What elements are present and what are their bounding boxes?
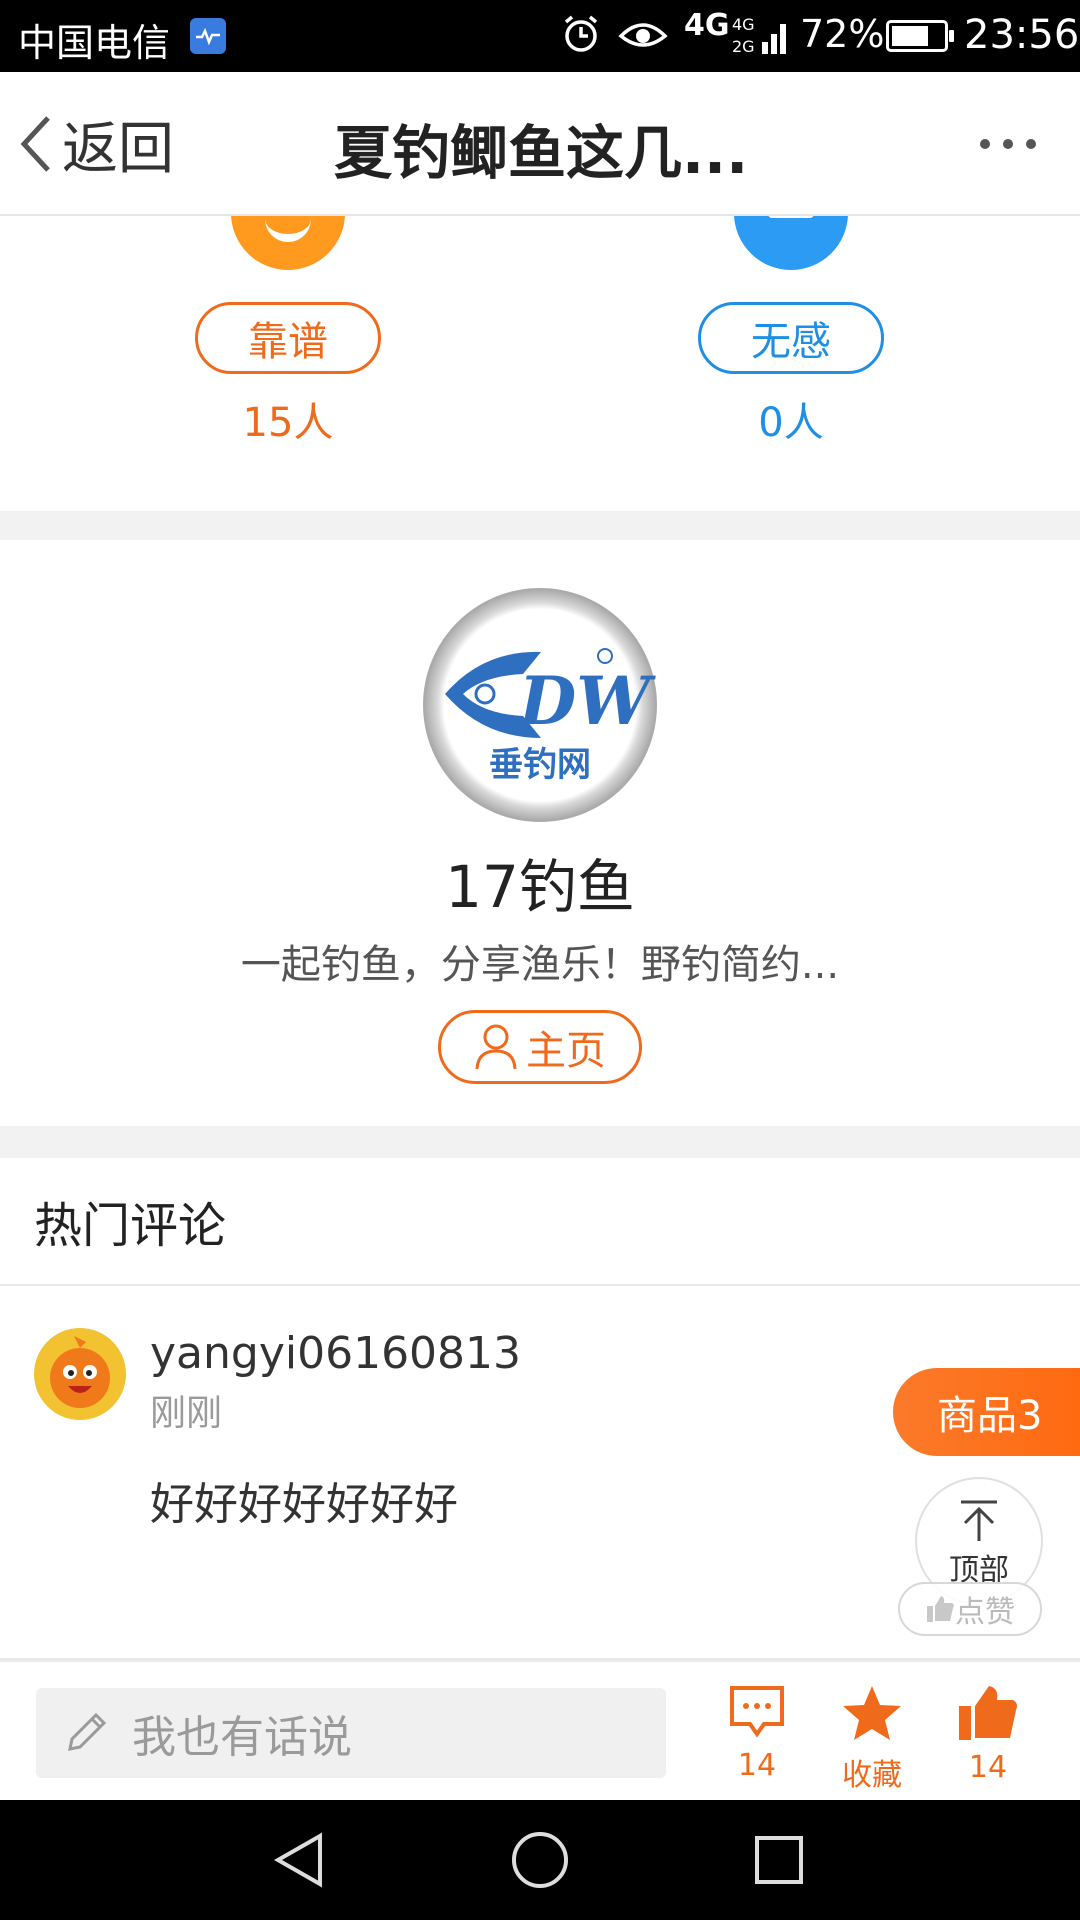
logo-text: DW [517,662,656,740]
comment-text: 好好好好好好好 [150,1479,458,1530]
home-circle-icon[interactable] [510,1830,570,1890]
user-icon [475,1024,517,1070]
goods-float-button[interactable]: 商品3 [893,1368,1080,1456]
health-app-icon [190,18,226,54]
hot-comments-header: 热门评论 [0,1158,1080,1286]
comment-bubble-icon [730,1686,784,1738]
favorite-button[interactable]: 收藏 [822,1684,922,1794]
thumb-up-icon [959,1686,1017,1740]
svg-text:4G: 4G [732,15,755,34]
input-placeholder: 我也有话说 [132,1712,352,1763]
network-type: 4G [684,8,730,43]
author-card: DW 垂钓网 17钓鱼 一起钓鱼，分享渔乐！野钓简约... 主页 [0,540,1080,1126]
status-bar: 中国电信 4G 4G 2G 72% 23:56 [0,0,1080,72]
like-count: 14 [968,1750,1008,1785]
reliable-button[interactable]: 靠谱 [195,302,381,374]
battery-percent: 72% [800,12,885,56]
pencil-icon [68,1712,107,1751]
arrow-up-icon [961,1500,997,1541]
like-label: 点赞 [955,1595,1015,1630]
reliable-count: 15人 [242,400,334,446]
author-description: 一起钓鱼，分享渔乐！野钓简约... [240,942,840,988]
clock: 23:56 [964,12,1080,58]
eye-icon [618,16,668,56]
logo-caption: 垂钓网 [489,745,591,785]
favorite-label: 收藏 [842,1758,902,1793]
system-nav-bar [0,1800,1080,1920]
avatar[interactable] [34,1328,126,1420]
back-label: 返回 [62,116,174,182]
thumb-up-icon [927,1596,954,1622]
battery-icon [886,20,954,52]
home-label: 主页 [526,1028,606,1074]
indifferent-count: 0人 [758,400,824,446]
signal-icon: 4G 2G [732,12,792,62]
chevron-left-icon [20,116,50,172]
rating-section: 靠谱 无感 15人 0人 [0,216,1080,511]
section-divider [0,1126,1080,1158]
smile-face-icon[interactable] [231,216,345,270]
star-icon [843,1686,901,1740]
neutral-face-icon[interactable] [734,216,848,270]
alarm-icon [562,14,600,58]
indifferent-button[interactable]: 无感 [698,302,884,374]
comment-input[interactable]: 我也有话说 [36,1688,666,1778]
bottom-action-bar: 我也有话说 14 收藏 14 [0,1660,1080,1800]
comment-username[interactable]: yangyi06160813 [150,1328,521,1379]
back-button[interactable]: 返回 [18,108,174,182]
comment-time: 刚刚 [150,1393,223,1434]
svg-text:2G: 2G [732,37,755,56]
more-dots-icon[interactable] [980,132,1036,156]
top-nav-bar: 返回 夏钓鲫鱼这几... [0,72,1080,216]
recents-square-icon[interactable] [752,1830,806,1890]
carrier-label: 中国电信 [18,21,171,65]
author-logo[interactable]: DW 垂钓网 [423,588,657,822]
author-home-button[interactable]: 主页 [438,1010,642,1084]
section-divider [0,511,1080,540]
comments-button[interactable]: 14 [707,1684,807,1783]
comment-count: 14 [737,1748,777,1783]
back-triangle-icon[interactable] [272,1830,326,1890]
page-title: 夏钓鲫鱼这几... [334,119,749,187]
author-name[interactable]: 17钓鱼 [0,840,1080,924]
like-button[interactable]: 14 [938,1684,1038,1785]
comment-like-button[interactable]: 点赞 [898,1582,1042,1636]
goods-label: 商品3 [937,1393,1043,1439]
section-title: 热门评论 [34,1198,227,1254]
